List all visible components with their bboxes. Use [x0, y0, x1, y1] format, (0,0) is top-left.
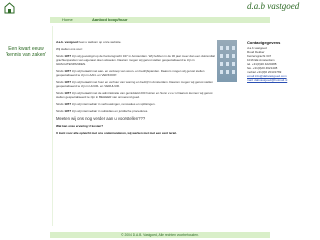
- paragraph-2: Sinds 1977 zijn wij gevestigd op de Keiz…: [56, 54, 215, 66]
- paragraph-6: Sinds 1977 zijn wij intermediair in verb…: [56, 102, 156, 106]
- paragraph-7: Sinds 1977 zijn wij intermediair in subs…: [56, 109, 149, 113]
- paragraph-4: Sinds 1977 zijn wij betaald met huur en …: [56, 80, 213, 88]
- nav-home-link[interactable]: Home: [62, 17, 73, 23]
- paragraph-3: Sinds 1977 zijn wij betaald met aan- en …: [56, 69, 205, 77]
- question-line: Meeten wij ons nog verder aan u voorstel…: [56, 116, 146, 121]
- contact-heading: Contactgegevens: [247, 40, 281, 45]
- intro-text: heet u welkom op onze website.: [77, 40, 122, 44]
- brand-name: d.a.b vastgoed: [247, 1, 300, 11]
- paragraph-1: Wij stellen ons voor:: [56, 47, 83, 51]
- contact-email2-link[interactable]: mail: dabvastgoed@hotmail.nl: [247, 78, 287, 82]
- nav-current-page[interactable]: Aanbod koop/huur: [92, 17, 128, 23]
- intro-brand: d.a.b. vastgoed: [56, 40, 78, 44]
- experience-line: Wat kan onze ervaring U kosten?: [56, 124, 104, 128]
- main-content: d.a.b. vastgoed heet u welkom op onze we…: [56, 40, 216, 138]
- paragraph-5: Sinds 1977 zijn wij betaald met de admin…: [56, 91, 213, 99]
- tagline: Een kwart eeuw 'kennis van zaken': [5, 46, 47, 58]
- building-photo: [217, 40, 237, 82]
- footer-copyright: © 2004 D.A.B. Vastgoed, Alle rechten voo…: [121, 233, 199, 237]
- house-logo-icon: [4, 2, 15, 14]
- contact-block: Contactgegevens d.a.b vastgoed Ruud Dekk…: [247, 40, 319, 82]
- closing-line: U kunt voor alle opleicht met ons ondern…: [56, 131, 177, 135]
- intro-line: d.a.b. vastgoed heet u welkom op onze we…: [56, 40, 216, 44]
- divider: [52, 26, 53, 226]
- nav-bar: Home Aanbod koop/huur: [50, 17, 270, 23]
- footer-bar: © 2004 D.A.B. Vastgoed, Alle rechten voo…: [50, 232, 270, 238]
